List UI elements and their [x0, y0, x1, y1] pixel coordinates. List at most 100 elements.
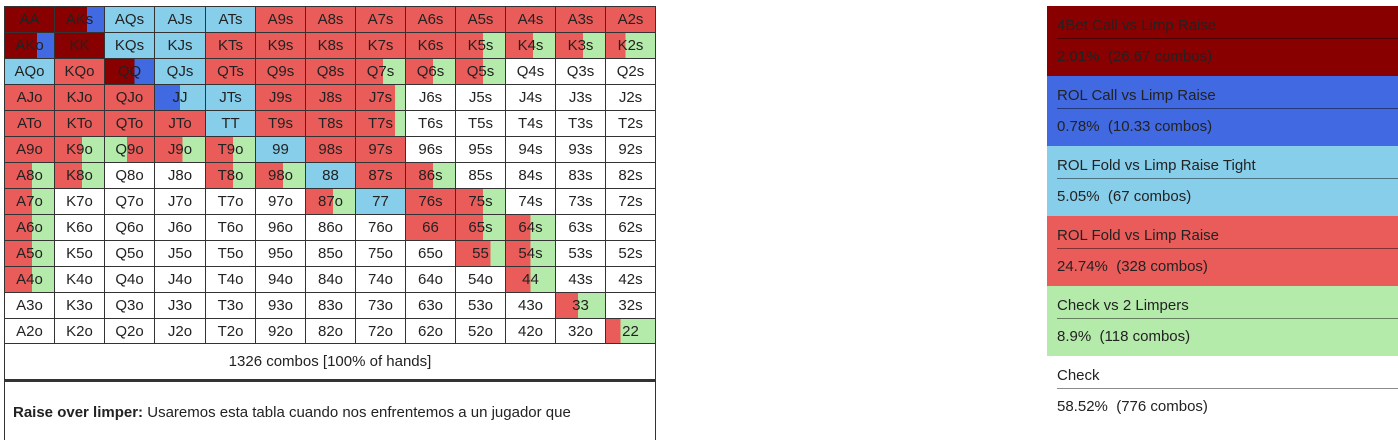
hand-cell-73s[interactable]: 73s [556, 189, 606, 215]
hand-cell-J2s[interactable]: J2s [606, 85, 656, 111]
hand-cell-77[interactable]: 77 [356, 189, 406, 215]
hand-cell-KQo[interactable]: KQo [55, 59, 105, 85]
hand-cell-Q2s[interactable]: Q2s [606, 59, 656, 85]
hand-cell-K6o[interactable]: K6o [55, 215, 105, 241]
hand-cell-AJo[interactable]: AJo [5, 85, 55, 111]
hand-cell-QTo[interactable]: QTo [105, 111, 155, 137]
hand-cell-75s[interactable]: 75s [456, 189, 506, 215]
hand-cell-83s[interactable]: 83s [556, 163, 606, 189]
hand-cell-95o[interactable]: 95o [256, 241, 306, 267]
hand-cell-AA[interactable]: AA [5, 7, 55, 33]
hand-cell-86o[interactable]: 86o [306, 215, 356, 241]
hand-cell-AKs[interactable]: AKs [55, 7, 105, 33]
hand-cell-Q7o[interactable]: Q7o [105, 189, 155, 215]
hand-cell-T8s[interactable]: T8s [306, 111, 356, 137]
hand-cell-96o[interactable]: 96o [256, 215, 306, 241]
hand-cell-J6o[interactable]: J6o [155, 215, 206, 241]
hand-cell-J8o[interactable]: J8o [155, 163, 206, 189]
hand-cell-K4s[interactable]: K4s [506, 33, 556, 59]
hand-cell-K4o[interactable]: K4o [55, 267, 105, 293]
hand-cell-T7o[interactable]: T7o [206, 189, 256, 215]
hand-cell-55[interactable]: 55 [456, 241, 506, 267]
hand-cell-72o[interactable]: 72o [356, 319, 406, 344]
hand-cell-KTs[interactable]: KTs [206, 33, 256, 59]
hand-cell-82s[interactable]: 82s [606, 163, 656, 189]
hand-cell-Q9s[interactable]: Q9s [256, 59, 306, 85]
hand-cell-A9o[interactable]: A9o [5, 137, 55, 163]
hand-cell-94s[interactable]: 94s [506, 137, 556, 163]
hand-cell-A6o[interactable]: A6o [5, 215, 55, 241]
hand-cell-22[interactable]: 22 [606, 319, 656, 344]
hand-cell-K2s[interactable]: K2s [606, 33, 656, 59]
hand-cell-85s[interactable]: 85s [456, 163, 506, 189]
hand-cell-52o[interactable]: 52o [456, 319, 506, 344]
hand-cell-A4o[interactable]: A4o [5, 267, 55, 293]
hand-cell-A2s[interactable]: A2s [606, 7, 656, 33]
hand-cell-62o[interactable]: 62o [406, 319, 456, 344]
hand-cell-96s[interactable]: 96s [406, 137, 456, 163]
hand-cell-Q6s[interactable]: Q6s [406, 59, 456, 85]
hand-cell-QQ[interactable]: QQ [105, 59, 155, 85]
hand-cell-76s[interactable]: 76s [406, 189, 456, 215]
hand-cell-97o[interactable]: 97o [256, 189, 306, 215]
hand-cell-K2o[interactable]: K2o [55, 319, 105, 344]
hand-cell-42s[interactable]: 42s [606, 267, 656, 293]
hand-cell-JTo[interactable]: JTo [155, 111, 206, 137]
hand-cell-T4o[interactable]: T4o [206, 267, 256, 293]
hand-cell-T9s[interactable]: T9s [256, 111, 306, 137]
hand-cell-Q9o[interactable]: Q9o [105, 137, 155, 163]
hand-cell-42o[interactable]: 42o [506, 319, 556, 344]
hand-cell-98o[interactable]: 98o [256, 163, 306, 189]
hand-cell-76o[interactable]: 76o [356, 215, 406, 241]
hand-cell-Q4s[interactable]: Q4s [506, 59, 556, 85]
hand-cell-A5s[interactable]: A5s [456, 7, 506, 33]
hand-cell-J9o[interactable]: J9o [155, 137, 206, 163]
hand-cell-92o[interactable]: 92o [256, 319, 306, 344]
hand-cell-K7s[interactable]: K7s [356, 33, 406, 59]
hand-cell-53o[interactable]: 53o [456, 293, 506, 319]
hand-cell-99[interactable]: 99 [256, 137, 306, 163]
hand-cell-K9s[interactable]: K9s [256, 33, 306, 59]
hand-cell-J5s[interactable]: J5s [456, 85, 506, 111]
hand-cell-J8s[interactable]: J8s [306, 85, 356, 111]
hand-cell-Q5o[interactable]: Q5o [105, 241, 155, 267]
hand-cell-KQs[interactable]: KQs [105, 33, 155, 59]
hand-cell-A3s[interactable]: A3s [556, 7, 606, 33]
hand-cell-54o[interactable]: 54o [456, 267, 506, 293]
hand-cell-A8o[interactable]: A8o [5, 163, 55, 189]
hand-cell-A8s[interactable]: A8s [306, 7, 356, 33]
hand-cell-T5s[interactable]: T5s [456, 111, 506, 137]
hand-cell-A9s[interactable]: A9s [256, 7, 306, 33]
hand-cell-53s[interactable]: 53s [556, 241, 606, 267]
hand-cell-KK[interactable]: KK [55, 33, 105, 59]
hand-cell-K5o[interactable]: K5o [55, 241, 105, 267]
hand-cell-AKo[interactable]: AKo [5, 33, 55, 59]
hand-cell-64o[interactable]: 64o [406, 267, 456, 293]
hand-cell-Q3s[interactable]: Q3s [556, 59, 606, 85]
hand-cell-J2o[interactable]: J2o [155, 319, 206, 344]
hand-cell-95s[interactable]: 95s [456, 137, 506, 163]
hand-cell-K8s[interactable]: K8s [306, 33, 356, 59]
hand-cell-T9o[interactable]: T9o [206, 137, 256, 163]
hand-cell-T8o[interactable]: T8o [206, 163, 256, 189]
hand-cell-T4s[interactable]: T4s [506, 111, 556, 137]
hand-cell-44[interactable]: 44 [506, 267, 556, 293]
hand-cell-73o[interactable]: 73o [356, 293, 406, 319]
hand-cell-52s[interactable]: 52s [606, 241, 656, 267]
hand-cell-T6s[interactable]: T6s [406, 111, 456, 137]
hand-cell-QJo[interactable]: QJo [105, 85, 155, 111]
hand-cell-A7o[interactable]: A7o [5, 189, 55, 215]
hand-cell-62s[interactable]: 62s [606, 215, 656, 241]
hand-cell-66[interactable]: 66 [406, 215, 456, 241]
hand-cell-J4o[interactable]: J4o [155, 267, 206, 293]
hand-cell-ATs[interactable]: ATs [206, 7, 256, 33]
hand-cell-72s[interactable]: 72s [606, 189, 656, 215]
hand-cell-64s[interactable]: 64s [506, 215, 556, 241]
hand-cell-Q7s[interactable]: Q7s [356, 59, 406, 85]
hand-cell-94o[interactable]: 94o [256, 267, 306, 293]
hand-cell-AJs[interactable]: AJs [155, 7, 206, 33]
hand-cell-84o[interactable]: 84o [306, 267, 356, 293]
hand-cell-T7s[interactable]: T7s [356, 111, 406, 137]
hand-cell-93o[interactable]: 93o [256, 293, 306, 319]
hand-cell-A6s[interactable]: A6s [406, 7, 456, 33]
